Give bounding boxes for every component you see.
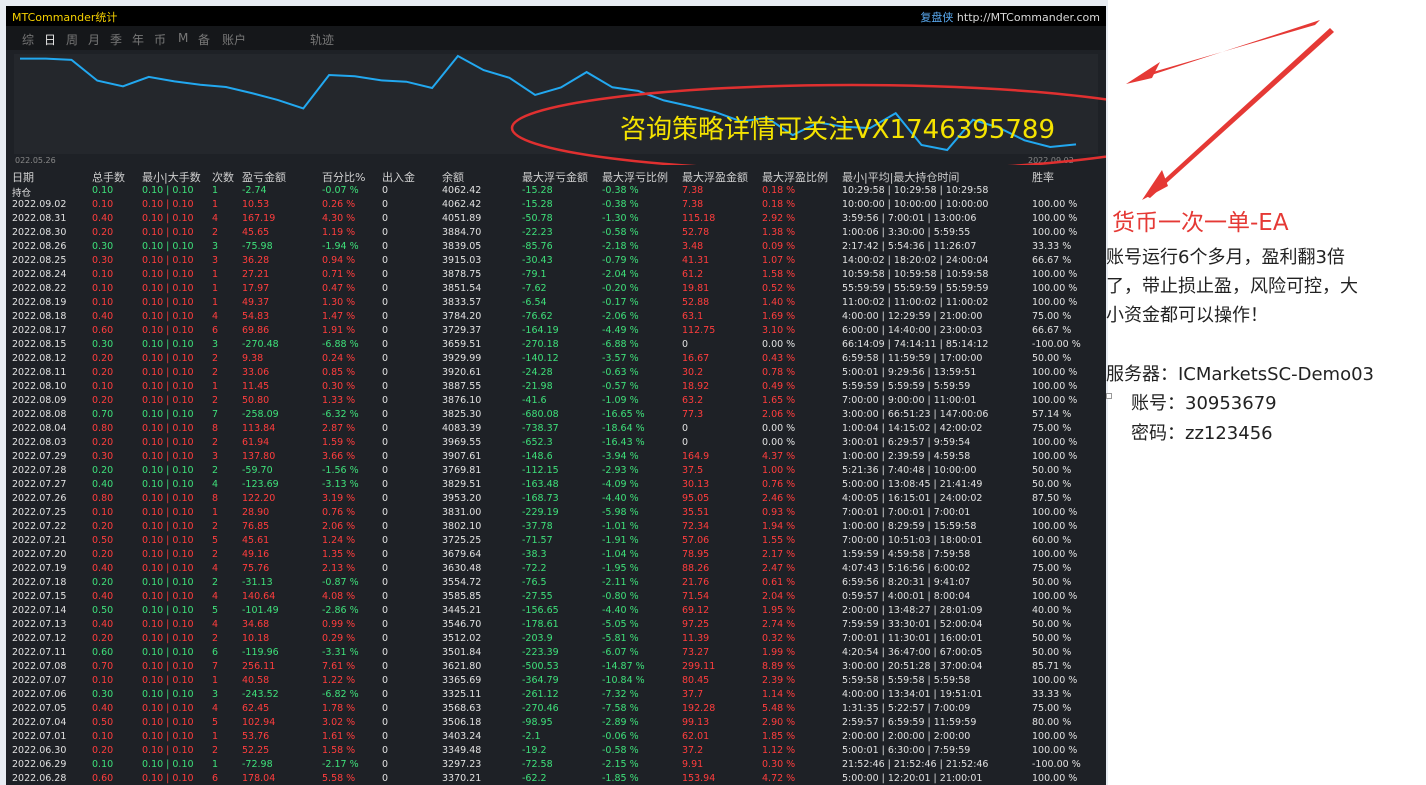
password-label: 密码：zz123456 bbox=[1131, 423, 1273, 444]
ea-description-line: 小资金都可以操作！ bbox=[1106, 305, 1268, 326]
ea-title: 货币一次一单-EA bbox=[1112, 210, 1289, 236]
ea-description: 账号运行6个多月，盈利翻3倍 了，带止损止盈，风险可控，大 小资金都可以操作！ bbox=[1106, 243, 1358, 330]
arrow-head bbox=[1142, 170, 1168, 200]
server-label: 服务器：ICMarketsSC-Demo03 bbox=[1106, 364, 1375, 385]
ea-description-line: 账号运行6个多月，盈利翻3倍 bbox=[1106, 247, 1345, 268]
arrow-to-overlay bbox=[1130, 20, 1320, 82]
resize-handle[interactable] bbox=[1106, 393, 1112, 399]
account-label: 账号：30953679 bbox=[1131, 393, 1277, 414]
ea-description-line: 了，带止损止盈，风险可控，大 bbox=[1106, 276, 1358, 297]
arrow-to-title bbox=[1146, 28, 1334, 198]
